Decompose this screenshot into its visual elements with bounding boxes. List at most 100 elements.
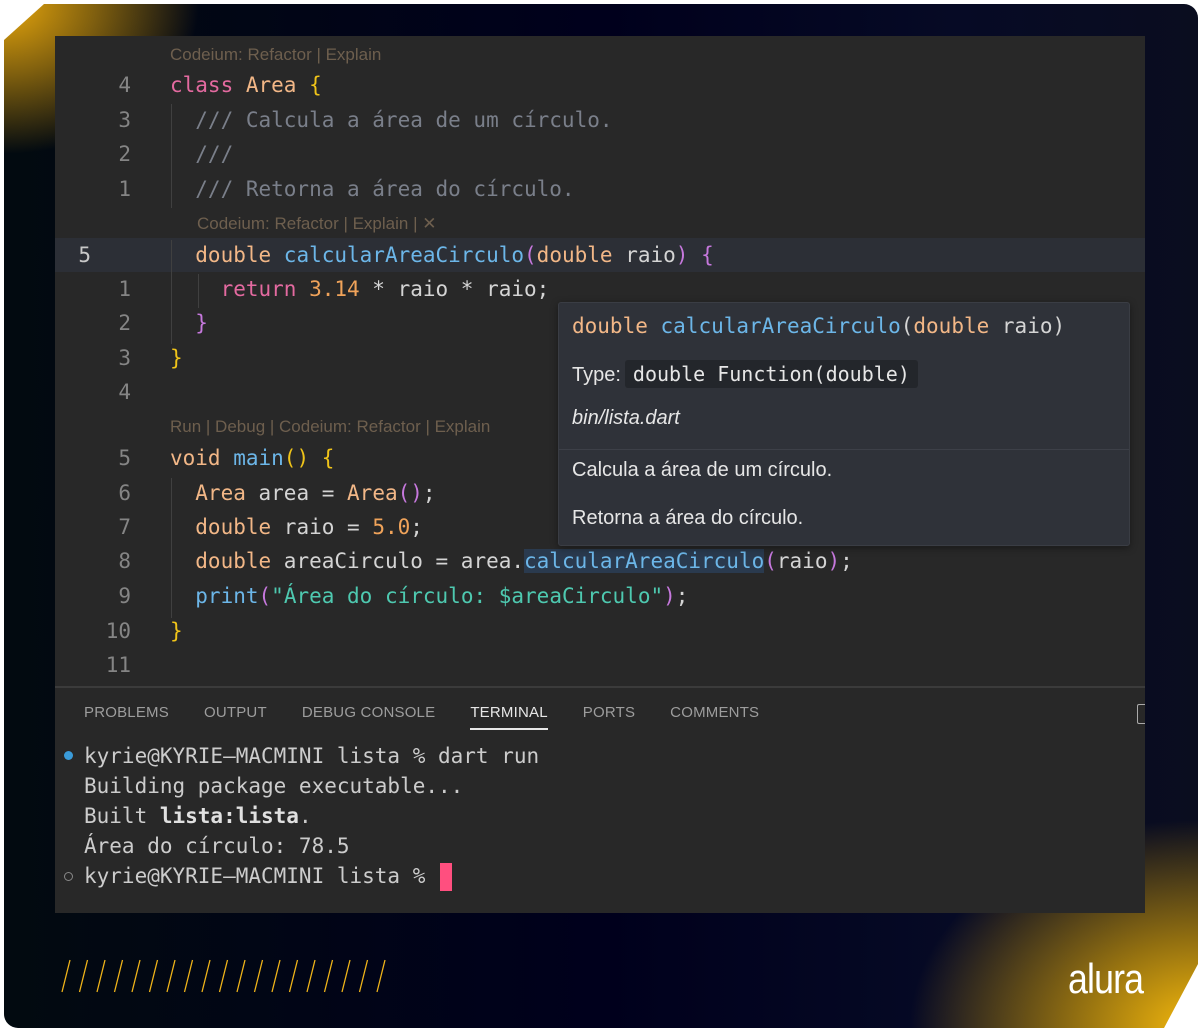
code-text: /// Calcula a área de um círculo. — [170, 103, 612, 137]
tab-terminal[interactable]: TERMINAL — [470, 704, 549, 730]
codelens-main[interactable]: Run | Debug | Codeium: Refactor | Explai… — [170, 417, 490, 437]
code-text: void main() { — [170, 441, 334, 475]
terminal-prompt[interactable]: kyrie@KYRIE—MACMINI lista % — [84, 861, 453, 891]
code-text: print("Área do círculo: $areaCirculo"); — [170, 579, 688, 613]
code-token: ; — [422, 481, 436, 505]
signature-token: ( — [900, 314, 914, 338]
hover-type-label: Type: — [572, 364, 621, 386]
code-token: { — [701, 243, 714, 267]
code-text: } — [170, 306, 208, 340]
terminal-text: kyrie@KYRIE—MACMINI lista % — [84, 864, 439, 888]
line-number: 1 — [118, 177, 131, 201]
code-line[interactable]: 11 — [55, 648, 1145, 682]
tab-problems[interactable]: PROBLEMS — [84, 704, 169, 728]
terminal-line: kyrie@KYRIE—MACMINI lista % dart run — [84, 744, 540, 768]
line-number: 4 — [118, 73, 131, 97]
panel-divider[interactable] — [55, 686, 1145, 688]
line-number: 3 — [118, 346, 131, 370]
line-number: 8 — [118, 549, 131, 573]
code-token: ) — [663, 584, 676, 608]
hover-tooltip: double calcularAreaCirculo(double raio) … — [558, 302, 1130, 546]
code-line[interactable]: 8 double areaCirculo = area.calcularArea… — [55, 544, 1145, 578]
hover-signature: double calcularAreaCirculo(double raio) — [572, 311, 1065, 341]
hover-divider — [559, 449, 1129, 450]
hover-type-value: double Function(double) — [624, 360, 918, 388]
code-token: ( — [258, 584, 272, 608]
tab-debug-console[interactable]: DEBUG CONSOLE — [302, 704, 435, 728]
code-token: () { — [283, 446, 335, 470]
hover-doc-line: Retorna a área do círculo. — [572, 507, 804, 529]
stripe — [236, 959, 246, 993]
code-token: } — [170, 346, 183, 370]
code-token: void — [170, 446, 234, 470]
code-line[interactable]: 10} — [55, 614, 1145, 648]
terminal-text: Built — [84, 804, 160, 828]
hover-doc-line: Calcula a área de um círculo. — [572, 459, 833, 481]
tab-ports[interactable]: PORTS — [583, 704, 635, 728]
code-text: double raio = 5.0; — [170, 510, 423, 544]
code-token: 5.0 — [372, 515, 411, 539]
line-number: 2 — [118, 311, 131, 335]
code-line[interactable]: 1 return 3.14 * raio * raio; — [55, 272, 1145, 306]
line-number: 6 — [118, 481, 131, 505]
indent-guide — [198, 274, 199, 308]
line-number: 10 — [105, 619, 131, 643]
code-token: print — [170, 584, 259, 608]
code-text: double calcularAreaCirculo(double raio) … — [170, 238, 714, 272]
line-number: 11 — [105, 653, 131, 677]
code-text: /// — [170, 137, 233, 171]
success-dot-icon — [64, 751, 73, 760]
prompt-dot-icon — [64, 872, 73, 881]
stripe — [341, 959, 351, 993]
code-line[interactable]: 4 class Area { — [55, 68, 1145, 102]
code-text: class Area { — [170, 68, 322, 102]
code-line[interactable]: 5 double calcularAreaCirculo(double raio… — [55, 238, 1145, 272]
code-token: /// Retorna a área do círculo. — [170, 177, 575, 201]
code-token: ; — [675, 584, 689, 608]
stripe — [78, 959, 89, 993]
stripe — [61, 959, 71, 993]
decorative-stripes — [61, 959, 386, 993]
tab-output[interactable]: OUTPUT — [204, 704, 267, 728]
code-token: areaCirculo = area. — [283, 549, 525, 573]
line-number: 7 — [118, 515, 131, 539]
code-line[interactable]: 3 /// Calcula a área de um círculo. — [55, 103, 1145, 137]
code-token: ; — [840, 549, 853, 573]
stripe — [183, 959, 194, 993]
line-number: 1 — [118, 277, 131, 301]
code-token: double — [170, 549, 284, 573]
code-token: 3.14 — [309, 277, 360, 301]
code-token: ; — [410, 515, 423, 539]
signature-token: double — [572, 314, 661, 338]
tab-comments[interactable]: COMMENTS — [670, 704, 759, 728]
codelens-class[interactable]: Codeium: Refactor | Explain — [170, 45, 381, 65]
code-editor[interactable]: Codeium: Refactor | Explain Codeium: Ref… — [55, 36, 1145, 913]
codelens-method[interactable]: Codeium: Refactor | Explain | ✕ — [197, 214, 436, 234]
code-token: double — [170, 515, 284, 539]
indent-guide — [171, 104, 172, 208]
code-token: } — [170, 619, 183, 643]
code-line[interactable]: 2 /// — [55, 137, 1145, 171]
code-token: calcularAreaCirculo — [524, 549, 765, 573]
code-line[interactable]: 9 print("Área do círculo: $areaCirculo")… — [55, 579, 1145, 613]
stripe — [201, 959, 211, 993]
panel-tabs: PROBLEMS OUTPUT DEBUG CONSOLE TERMINAL P… — [84, 704, 794, 730]
code-token: () — [397, 481, 423, 505]
code-token: "Área do círculo: $areaCirculo" — [271, 584, 664, 608]
code-token: { — [309, 73, 322, 97]
terminal-cursor — [440, 863, 453, 891]
code-token: } — [170, 311, 208, 335]
line-number: 4 — [118, 380, 131, 404]
stripe — [166, 959, 176, 993]
code-line[interactable]: 1 /// Retorna a área do círculo. — [55, 172, 1145, 206]
code-token: area = — [258, 481, 348, 505]
code-text: } — [170, 614, 183, 648]
maximize-panel-icon[interactable] — [1137, 704, 1145, 724]
code-token: class — [170, 73, 246, 97]
code-text: return 3.14 * raio * raio; — [170, 272, 550, 306]
code-token: ) — [827, 549, 841, 573]
terminal-line: Área do círculo: 78.5 — [84, 834, 350, 858]
code-token: raio — [625, 243, 676, 267]
signature-token: raio) — [1001, 314, 1066, 338]
